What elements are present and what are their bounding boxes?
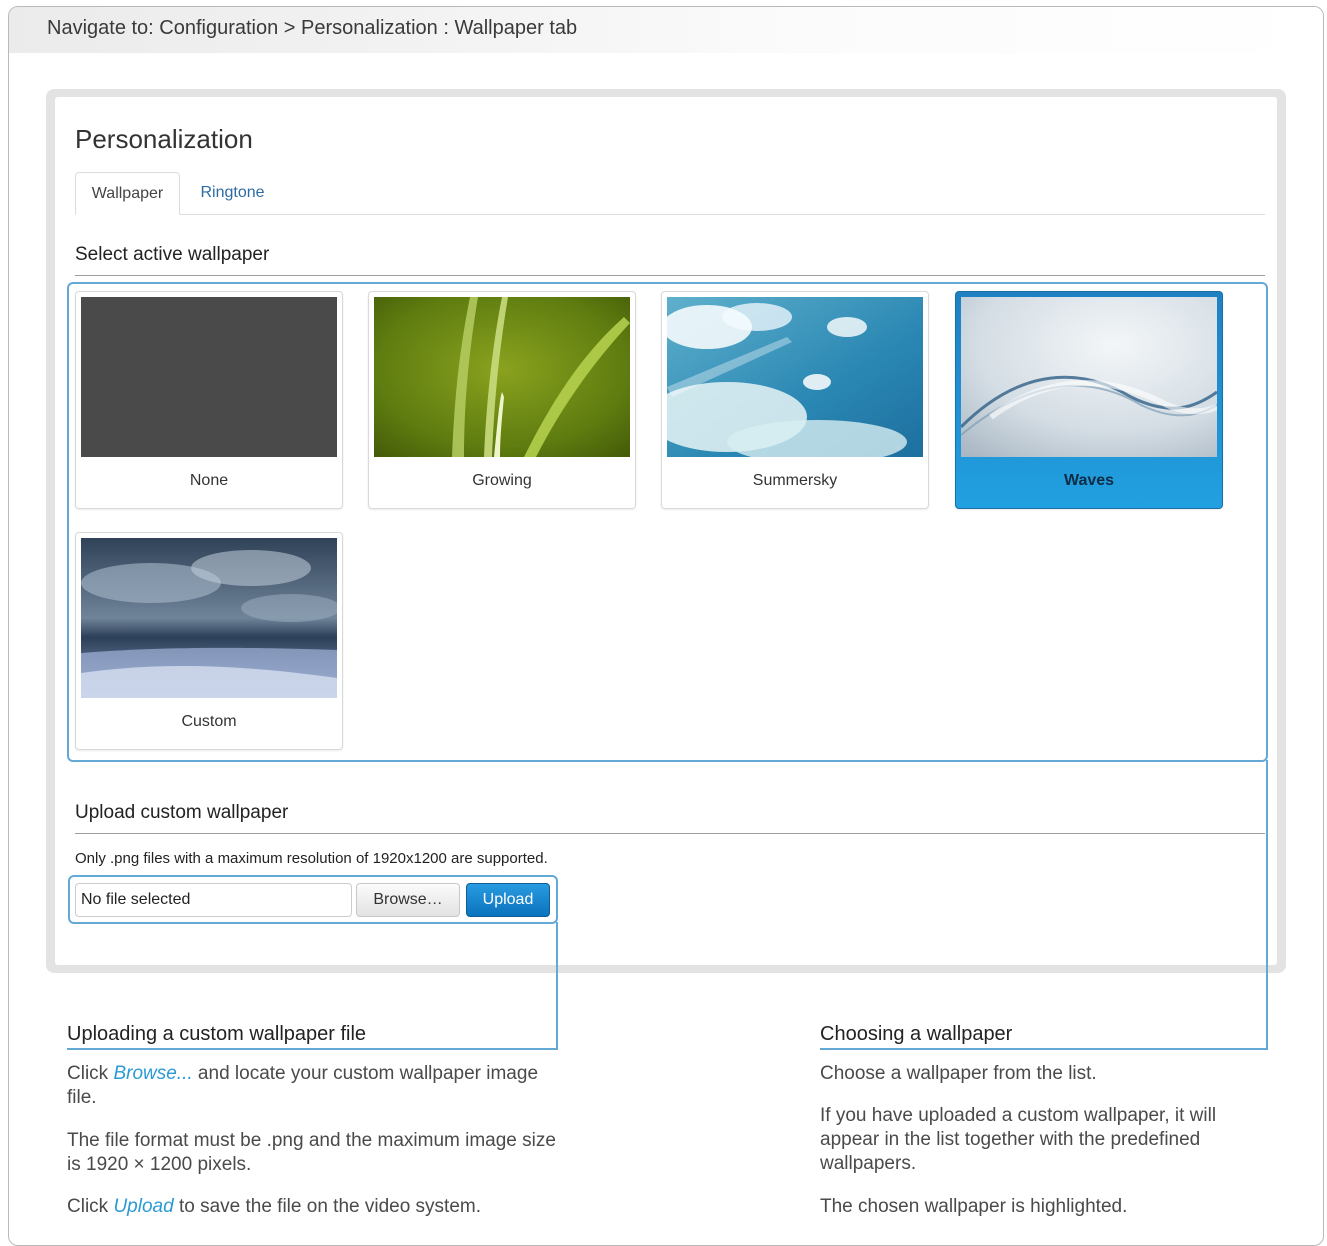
choose-callout-connector: [1266, 760, 1268, 1048]
choose-annotation-underline: [820, 1048, 1268, 1050]
upload-wallpaper-heading: Upload custom wallpaper: [75, 802, 289, 823]
section-divider: [75, 833, 1265, 834]
wallpaper-list-highlight: [67, 282, 1268, 762]
upload-annotation-underline: [67, 1048, 558, 1050]
upload-annotation-step1: Click Browse... and locate your custom w…: [67, 1063, 539, 1108]
section-divider: [75, 275, 1265, 276]
upload-requirements-note: Only .png files with a maximum resolutio…: [75, 850, 548, 867]
upload-annotation-step2: Click Upload to save the file on the vid…: [67, 1196, 482, 1217]
choose-annotation-title: Choosing a wallpaper: [820, 1023, 1013, 1045]
choose-annotation-step1: Choose a wallpaper from the list.: [820, 1063, 1097, 1084]
tab-ringtone[interactable]: Ringtone: [185, 172, 280, 215]
choose-annotation-highlight: The chosen wallpaper is highlighted.: [820, 1196, 1128, 1217]
select-wallpaper-heading: Select active wallpaper: [75, 244, 270, 265]
upload-annotation-title: Uploading a custom wallpaper file: [67, 1023, 367, 1045]
page-title: Personalization: [75, 124, 253, 154]
breadcrumb: Navigate to: Configuration > Personaliza…: [47, 17, 578, 39]
upload-callout-connector: [556, 922, 558, 1048]
choose-annotation-custom: If you have uploaded a custom wallpaper,…: [820, 1105, 1217, 1174]
upload-annotation-format: The file format must be .png and the max…: [67, 1130, 556, 1175]
tab-wallpaper[interactable]: Wallpaper: [75, 172, 180, 215]
upload-controls-highlight: [68, 875, 558, 924]
